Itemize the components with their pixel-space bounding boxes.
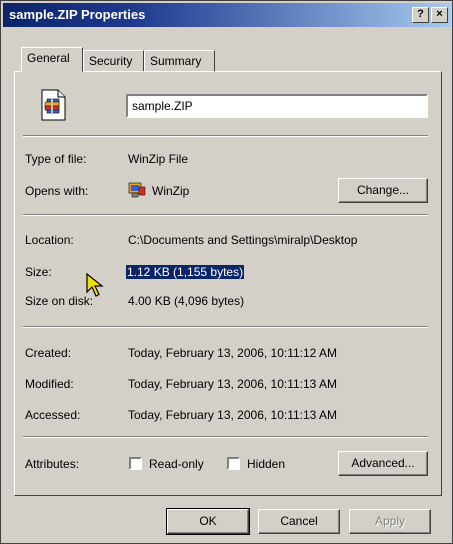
size-label: Size: [25, 265, 52, 279]
tab-security-label: Security [89, 54, 133, 68]
tab-security[interactable]: Security [83, 50, 144, 72]
separator [23, 326, 428, 328]
accessed-value: Today, February 13, 2006, 10:11:13 AM [128, 408, 338, 422]
tab-general[interactable]: General [21, 47, 83, 72]
attributes-label: Attributes: [25, 457, 80, 471]
hidden-label: Hidden [247, 457, 286, 471]
modified-value: Today, February 13, 2006, 10:11:13 AM [128, 377, 338, 391]
mouse-cursor-icon [86, 272, 104, 297]
location-label: Location: [25, 233, 74, 247]
size-on-disk-value: 4.00 KB (4,096 bytes) [128, 294, 245, 308]
winzip-icon [128, 182, 146, 198]
tab-general-label: General [27, 51, 70, 65]
properties-dialog: sample.ZIP Properties ? × General Securi… [0, 0, 453, 544]
close-button[interactable]: × [431, 7, 448, 23]
file-name-input[interactable]: sample.ZIP [126, 94, 428, 118]
separator [23, 436, 428, 438]
modified-label: Modified: [25, 377, 74, 391]
accessed-label: Accessed: [25, 408, 81, 422]
tab-summary[interactable]: Summary [144, 50, 215, 72]
tab-summary-label: Summary [150, 54, 202, 68]
separator [23, 135, 428, 137]
size-on-disk-label: Size on disk: [25, 294, 94, 308]
created-value: Today, February 13, 2006, 10:11:12 AM [128, 346, 338, 360]
help-button[interactable]: ? [412, 7, 429, 23]
read-only-checkbox[interactable] [129, 457, 142, 470]
type-of-file-value: WinZip File [128, 152, 189, 166]
separator [23, 214, 428, 216]
advanced-button[interactable]: Advanced... [338, 451, 428, 476]
change-button[interactable]: Change... [338, 178, 428, 203]
opens-with-value: WinZip [152, 184, 190, 198]
size-value-text: 1.12 KB (1,155 bytes) [126, 265, 245, 279]
created-label: Created: [25, 346, 72, 360]
apply-button[interactable]: Apply [349, 509, 431, 534]
title-bar[interactable]: sample.ZIP Properties ? × [3, 3, 451, 27]
read-only-label: Read-only [149, 457, 204, 471]
ok-button[interactable]: OK [166, 508, 250, 535]
cancel-button[interactable]: Cancel [258, 509, 340, 534]
type-of-file-label: Type of file: [25, 152, 87, 166]
size-value[interactable]: 1.12 KB (1,155 bytes) [126, 265, 245, 279]
opens-with-label: Opens with: [25, 184, 89, 198]
hidden-checkbox[interactable] [227, 457, 240, 470]
zip-file-icon [41, 89, 66, 121]
window-title: sample.ZIP Properties [9, 7, 146, 22]
location-value: C:\Documents and Settings\miralp\Desktop [128, 233, 358, 247]
